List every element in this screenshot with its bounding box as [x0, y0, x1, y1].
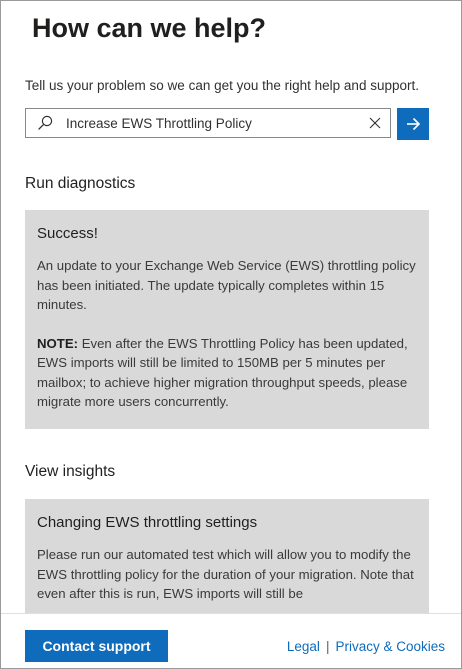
note-label: NOTE: — [37, 335, 79, 351]
footer: Contact support Legal | Privacy & Cookie… — [1, 613, 461, 668]
diagnostics-card-note: NOTE: Even after the EWS Throttling Poli… — [37, 334, 417, 412]
insights-card-text: Please run our automated test which will… — [37, 547, 414, 601]
contact-support-button[interactable]: Contact support — [25, 630, 168, 662]
diagnostics-card-title: Success! — [37, 225, 98, 242]
page-title: How can we help? — [32, 13, 267, 43]
legal-link[interactable]: Legal — [287, 639, 320, 654]
search-submit-button[interactable] — [397, 108, 429, 140]
diagnostics-card-text: An update to your Exchange Web Service (… — [37, 258, 416, 312]
link-separator: | — [325, 639, 330, 654]
clear-search-button[interactable] — [360, 117, 390, 129]
diagnostics-heading: Run diagnostics — [25, 175, 136, 192]
search-icon — [26, 115, 64, 131]
insights-heading: View insights — [25, 463, 116, 480]
insights-card-title: Changing EWS throttling settings — [37, 514, 258, 531]
page-subtitle: Tell us your problem so we can get you t… — [25, 78, 419, 93]
diagnostics-result-card: Success! An update to your Exchange Web … — [25, 210, 429, 429]
search-input[interactable] — [64, 110, 360, 136]
help-panel: How can we help? Tell us your problem so… — [0, 0, 462, 669]
footer-links: Legal | Privacy & Cookies — [287, 639, 445, 654]
close-icon — [369, 117, 381, 129]
note-text: Even after the EWS Throttling Policy has… — [37, 335, 408, 410]
arrow-right-icon — [407, 117, 421, 131]
search-box — [25, 108, 391, 138]
privacy-cookies-link[interactable]: Privacy & Cookies — [335, 639, 445, 654]
